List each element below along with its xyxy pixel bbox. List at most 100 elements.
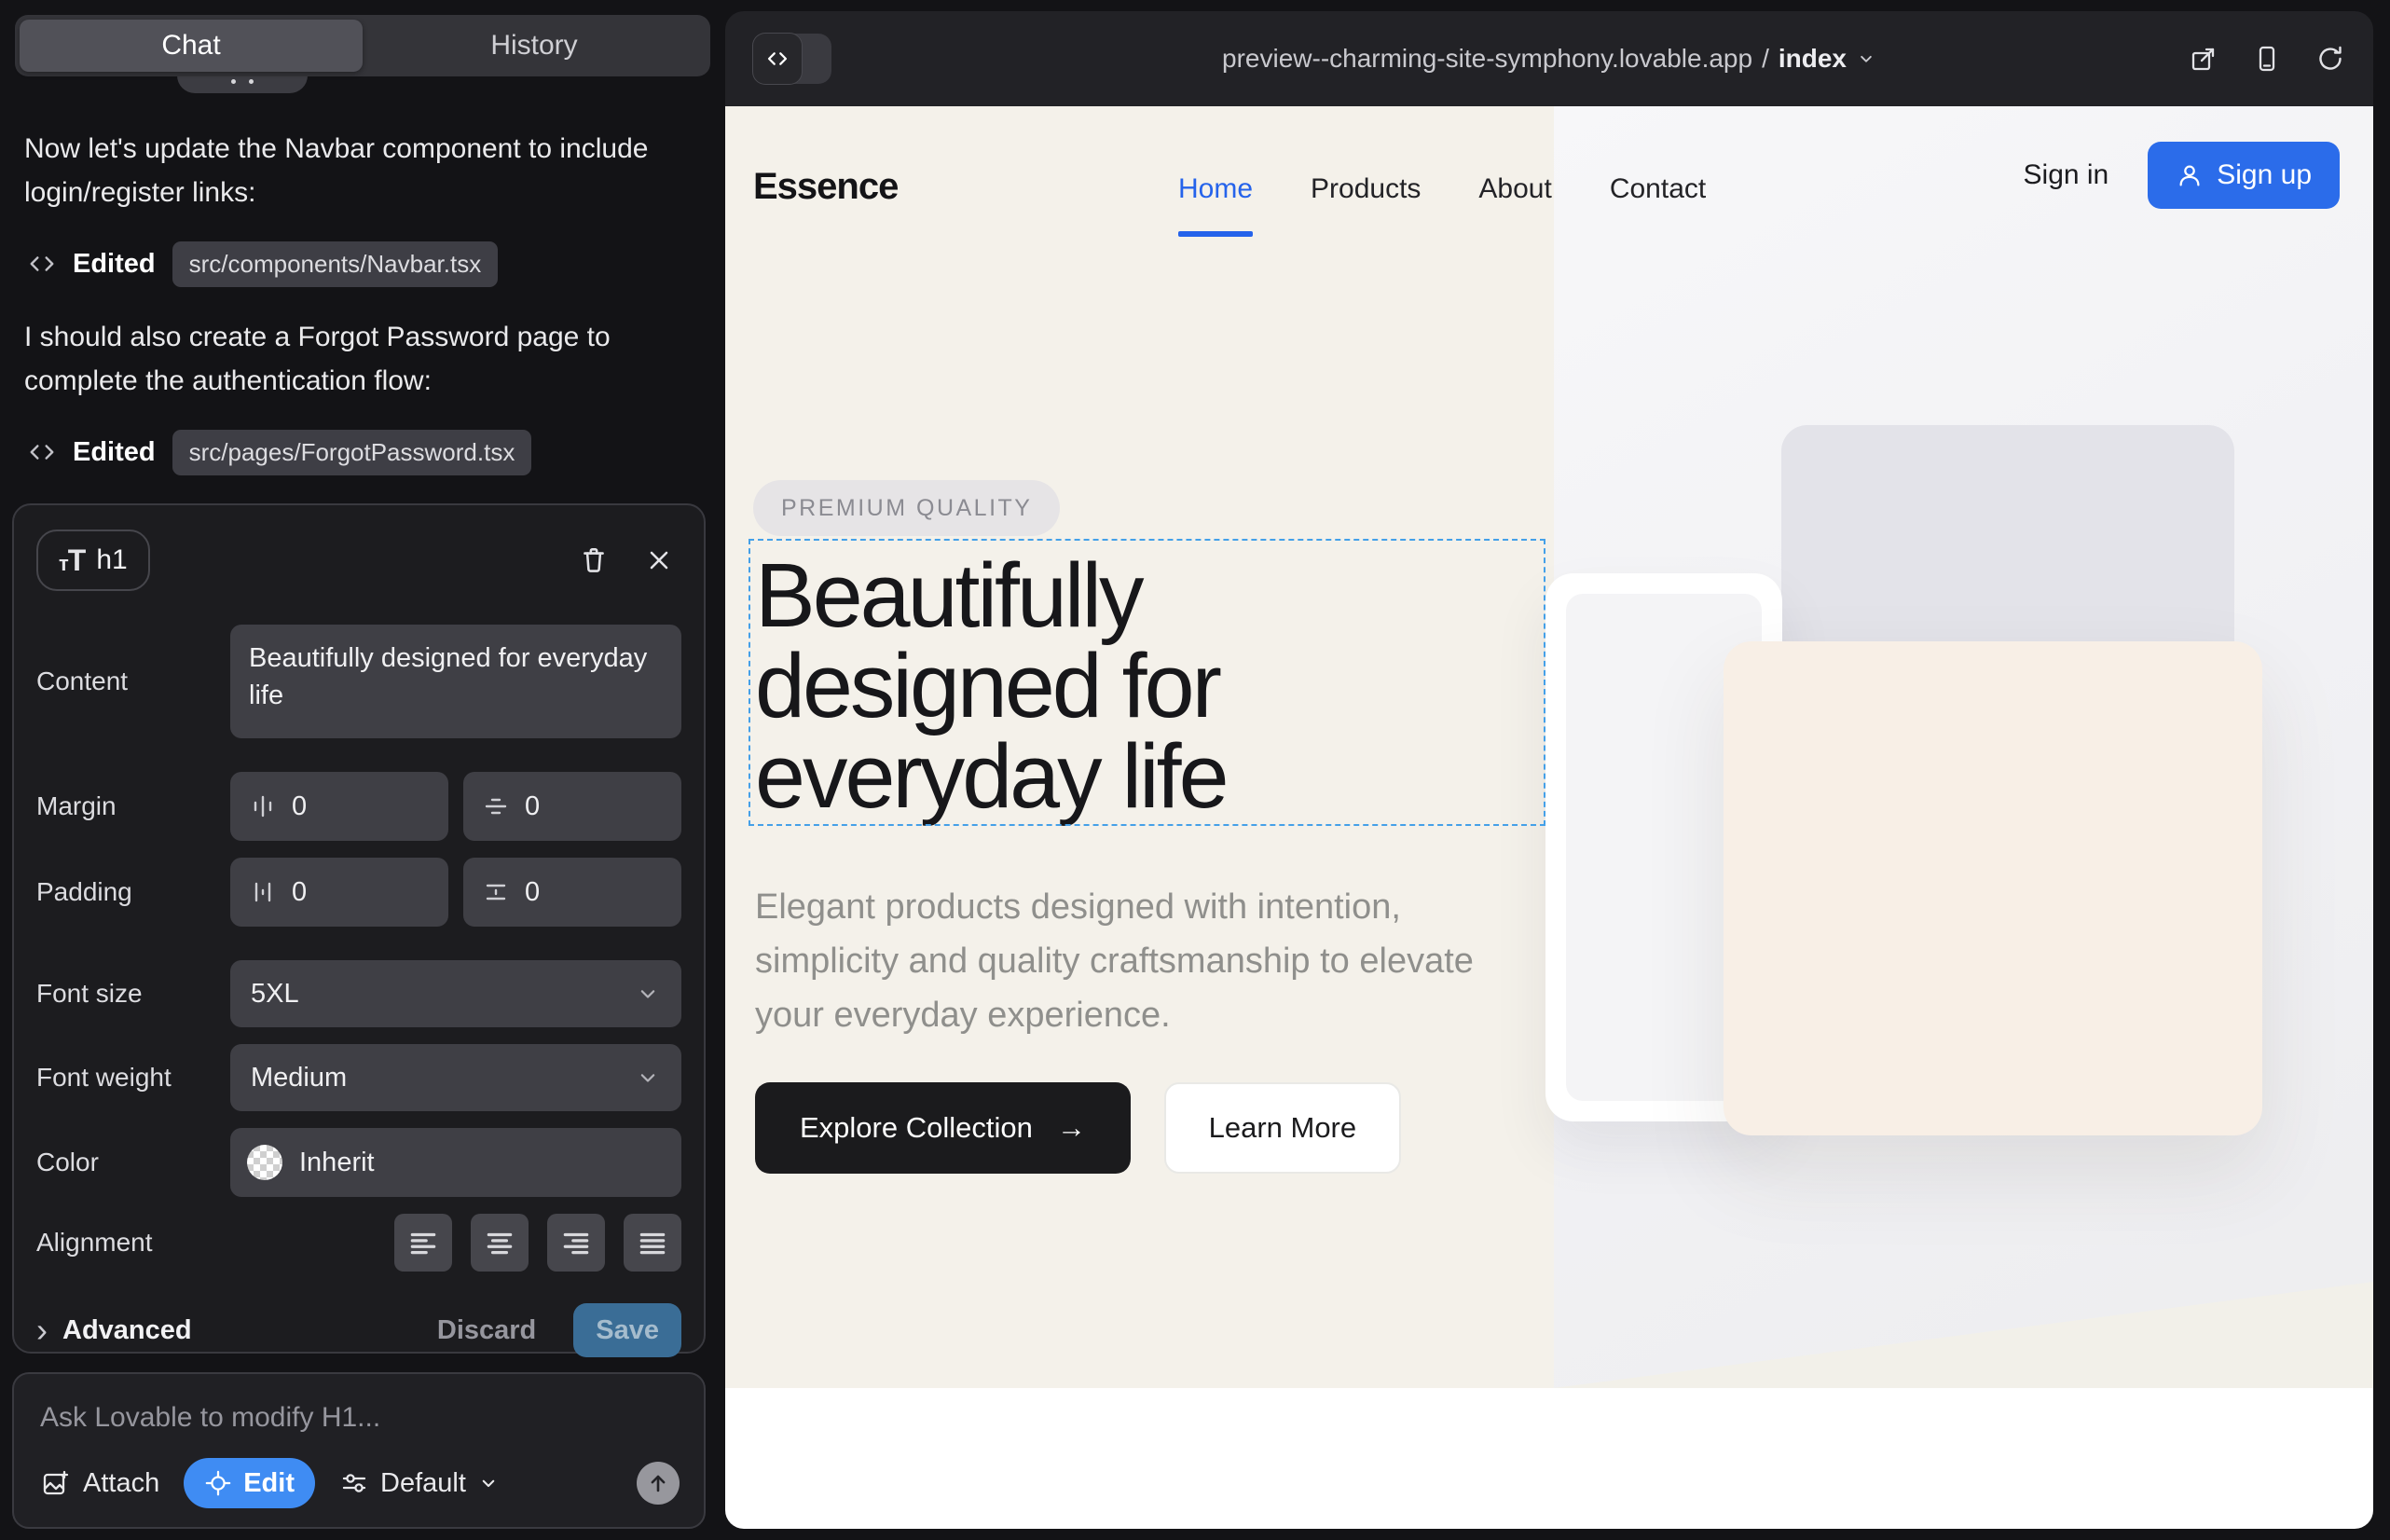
chat-message: I should also create a Forgot Password p… xyxy=(24,315,688,403)
code-toggle-segment[interactable] xyxy=(753,34,802,84)
padding-vertical-icon xyxy=(482,878,510,906)
font-size-label: Font size xyxy=(36,979,230,1009)
app-window: Chat History Now let's update the Navbar… xyxy=(0,0,2390,1540)
advanced-toggle[interactable]: › Advanced xyxy=(36,1313,192,1347)
chevron-down-icon xyxy=(635,1065,661,1091)
nav-link-products[interactable]: Products xyxy=(1311,173,1421,205)
code-preview-toggle[interactable] xyxy=(753,34,831,84)
color-label: Color xyxy=(36,1148,230,1177)
open-external-button[interactable] xyxy=(2189,44,2218,74)
content-label: Content xyxy=(36,667,230,696)
color-picker[interactable]: Inherit xyxy=(230,1128,681,1197)
decorative-card-cream xyxy=(1724,641,2262,1135)
premium-badge: PREMIUM QUALITY xyxy=(753,480,1060,536)
margin-y-input[interactable]: 0 xyxy=(463,772,681,841)
element-editor-panel: тT h1 Content xyxy=(12,503,706,1354)
tab-chat[interactable]: Chat xyxy=(20,20,363,72)
site-navbar: Essence Home Products About Contact Sign… xyxy=(725,106,2373,265)
tab-history[interactable]: History xyxy=(363,20,706,72)
chat-panel: Chat History Now let's update the Navbar… xyxy=(0,0,725,1540)
code-icon xyxy=(765,47,790,71)
align-left-icon xyxy=(407,1227,439,1258)
element-tag: h1 xyxy=(96,544,127,576)
code-icon xyxy=(28,438,56,466)
edited-file-row[interactable]: Edited src/pages/ForgotPassword.tsx xyxy=(28,429,531,475)
edited-file-row[interactable]: Edited src/components/Navbar.tsx xyxy=(28,241,498,287)
url-separator: / xyxy=(1762,44,1769,74)
chevron-down-icon xyxy=(477,1472,500,1494)
font-weight-label: Font weight xyxy=(36,1063,230,1093)
edited-label: Edited xyxy=(73,249,156,280)
margin-x-input[interactable]: 0 xyxy=(230,772,448,841)
close-editor-button[interactable] xyxy=(637,538,681,583)
font-size-select[interactable]: 5XL xyxy=(230,960,681,1027)
url-domain: preview--charming-site-symphony.lovable.… xyxy=(1222,44,1752,74)
alignment-label: Alignment xyxy=(36,1228,230,1258)
align-right-icon xyxy=(560,1227,592,1258)
code-icon xyxy=(28,250,56,278)
font-weight-select[interactable]: Medium xyxy=(230,1044,681,1111)
user-icon xyxy=(2176,161,2204,189)
mobile-icon xyxy=(2252,44,2282,74)
browser-chrome: preview--charming-site-symphony.lovable.… xyxy=(725,11,2373,106)
align-center-icon xyxy=(484,1227,515,1258)
margin-horizontal-icon xyxy=(249,792,277,820)
nav-link-home[interactable]: Home xyxy=(1178,173,1253,205)
padding-horizontal-icon xyxy=(249,878,277,906)
preview-browser: preview--charming-site-symphony.lovable.… xyxy=(725,11,2373,1529)
explore-collection-button[interactable]: Explore Collection → xyxy=(755,1082,1131,1174)
delete-element-button[interactable] xyxy=(571,538,616,583)
align-center-button[interactable] xyxy=(471,1214,529,1272)
nav-link-contact[interactable]: Contact xyxy=(1610,173,1706,205)
save-button[interactable]: Save xyxy=(573,1303,681,1357)
content-input[interactable]: Beautifully designed for everyday life xyxy=(230,625,681,738)
sliders-icon xyxy=(339,1468,369,1498)
typography-icon: тT xyxy=(59,543,85,578)
attach-button[interactable]: Attach xyxy=(40,1468,159,1499)
color-swatch xyxy=(247,1145,282,1180)
learn-more-button[interactable]: Learn More xyxy=(1164,1082,1401,1174)
url-path: index xyxy=(1779,44,1847,74)
hero-section: Essence Home Products About Contact Sign… xyxy=(725,106,2373,1388)
margin-vertical-icon xyxy=(482,792,510,820)
attach-image-icon xyxy=(40,1468,70,1498)
prompt-box: Ask Lovable to modify H1... Attach xyxy=(12,1372,706,1529)
file-chip[interactable]: src/pages/ForgotPassword.tsx xyxy=(172,430,532,475)
align-justify-icon xyxy=(637,1227,668,1258)
nav-link-about[interactable]: About xyxy=(1478,173,1551,205)
arrow-right-icon: → xyxy=(1057,1111,1086,1145)
chat-message: Now let's update the Navbar component to… xyxy=(24,127,688,214)
refresh-button[interactable] xyxy=(2315,44,2345,74)
refresh-icon xyxy=(2315,44,2345,74)
padding-label: Padding xyxy=(36,877,230,907)
model-selector[interactable]: Default xyxy=(339,1468,500,1499)
site-logo[interactable]: Essence xyxy=(753,166,898,208)
padding-y-input[interactable]: 0 xyxy=(463,858,681,927)
edit-mode-button[interactable]: Edit xyxy=(184,1458,315,1508)
chevron-down-icon xyxy=(1856,48,1876,69)
send-button[interactable] xyxy=(637,1462,680,1505)
signin-link[interactable]: Sign in xyxy=(2024,159,2109,191)
align-justify-button[interactable] xyxy=(624,1214,681,1272)
hero-paragraph: Elegant products designed with intention… xyxy=(755,880,1501,1042)
prompt-input[interactable]: Ask Lovable to modify H1... xyxy=(40,1402,678,1434)
align-right-button[interactable] xyxy=(547,1214,605,1272)
open-external-icon xyxy=(2189,44,2218,74)
edited-label: Edited xyxy=(73,437,156,468)
url-bar[interactable]: preview--charming-site-symphony.lovable.… xyxy=(1222,44,1876,74)
panel-tabbar: Chat History xyxy=(15,15,710,76)
chevron-right-icon: › xyxy=(36,1313,48,1347)
mobile-view-button[interactable] xyxy=(2252,44,2282,74)
site-viewport: Essence Home Products About Contact Sign… xyxy=(725,106,2373,1529)
arrow-up-icon xyxy=(645,1470,671,1496)
file-chip[interactable]: src/components/Navbar.tsx xyxy=(172,241,499,287)
align-left-button[interactable] xyxy=(394,1214,452,1272)
margin-label: Margin xyxy=(36,791,230,821)
selected-element-badge: тT h1 xyxy=(36,529,150,591)
chevron-down-icon xyxy=(635,981,661,1007)
signup-button[interactable]: Sign up xyxy=(2148,142,2340,209)
element-selection-outline[interactable] xyxy=(749,539,1545,826)
crosshair-icon xyxy=(204,1469,232,1497)
padding-x-input[interactable]: 0 xyxy=(230,858,448,927)
discard-button[interactable]: Discard xyxy=(437,1315,536,1346)
